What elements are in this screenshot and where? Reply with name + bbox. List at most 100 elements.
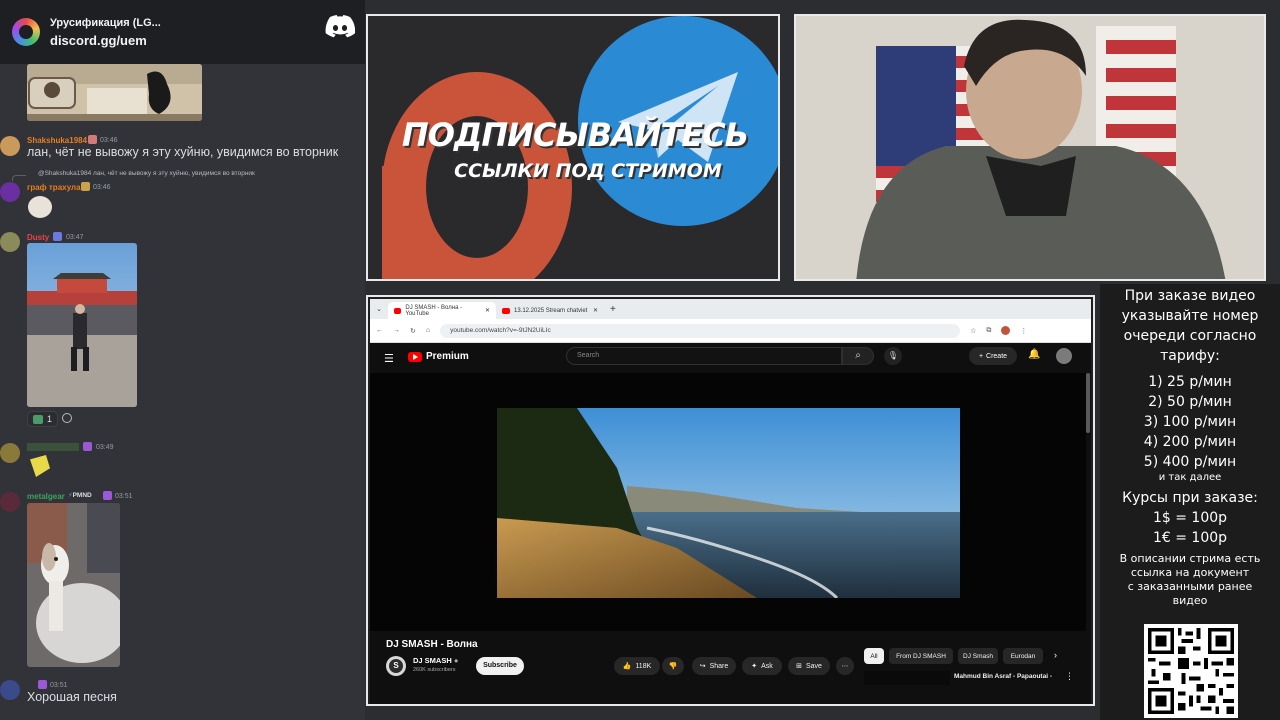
- browser-tab-youtube[interactable]: DJ SMASH - Волна - YouTube ✕: [388, 302, 496, 319]
- server-invite-link[interactable]: discord.gg/uem: [50, 33, 161, 49]
- share-label: Share: [709, 662, 729, 670]
- hamburger-menu-icon[interactable]: ☰: [384, 352, 394, 365]
- search-icon[interactable]: ⌕: [842, 347, 874, 365]
- user-avatar[interactable]: [0, 182, 20, 202]
- message-author[interactable]: граф трахула: [27, 183, 81, 192]
- subscribe-banner: ПОДПИСЫВАЙТЕСЬ ССЫЛКИ ПОД СТРИМОМ: [366, 14, 780, 281]
- scrollbar[interactable]: [1086, 373, 1090, 433]
- save-button[interactable]: ⊞ Save: [788, 657, 830, 675]
- role-badge-icon: [103, 491, 112, 500]
- tab-label: 13.12.2025 Stream chatviet: [514, 307, 588, 314]
- message-image-meme[interactable]: [27, 64, 202, 121]
- description-line: видео: [1172, 594, 1208, 607]
- rates-title: Курсы при заказе:: [1122, 490, 1258, 506]
- ask-button[interactable]: ✦ Ask: [742, 657, 782, 675]
- youtube-favicon-icon: [502, 307, 510, 314]
- user-avatar[interactable]: [0, 136, 20, 156]
- channel-name[interactable]: DJ SMASH ●: [413, 656, 458, 665]
- subscribe-button[interactable]: Subscribe: [476, 657, 524, 675]
- channel-name-text: DJ SMASH: [413, 656, 452, 665]
- tab-label: DJ SMASH - Волна - YouTube: [405, 304, 463, 317]
- video-frame-image: [497, 408, 960, 598]
- dislike-button[interactable]: 👎: [662, 657, 684, 675]
- description-line: с заказанными ранее: [1127, 580, 1253, 593]
- like-button[interactable]: 👍 118K: [614, 657, 660, 675]
- extensions-icon[interactable]: ⧉: [986, 327, 991, 335]
- chips-next-icon[interactable]: ›: [1054, 650, 1057, 660]
- message-time: 03:46: [100, 137, 118, 144]
- message-author[interactable]: [27, 443, 79, 451]
- boosty-logo-stem: [382, 166, 426, 279]
- recommended-video-title[interactable]: Mahmud Bin Asraf - Papaoutai -: [954, 673, 1052, 680]
- account-avatar[interactable]: [1056, 348, 1072, 364]
- tariff-line: 1) 25 р/мин: [1148, 374, 1232, 390]
- channel-avatar-letter: S: [389, 659, 403, 673]
- more-icon: ⋯: [841, 663, 849, 670]
- webcam-feed: [794, 14, 1266, 281]
- menu-icon[interactable]: ⋮: [1020, 327, 1027, 335]
- more-actions-button[interactable]: ⋯: [836, 657, 854, 675]
- sticker-image[interactable]: [28, 196, 52, 218]
- thumbs-up-icon: 👍: [622, 663, 632, 670]
- info-intro-line: указывайте номер: [1121, 308, 1259, 324]
- tab-close-icon[interactable]: ✕: [593, 307, 598, 314]
- reload-icon[interactable]: ↻: [410, 327, 416, 335]
- user-avatar[interactable]: [0, 443, 20, 463]
- chip-from-channel[interactable]: From DJ SMASH: [889, 648, 953, 664]
- tariff-line: 2) 50 р/мин: [1148, 394, 1232, 410]
- youtube-play-icon: [408, 351, 422, 362]
- thumbs-down-icon: 👎: [668, 663, 678, 670]
- chip-eurodance[interactable]: Eurodan: [1003, 648, 1043, 664]
- youtube-favicon-icon: [394, 307, 402, 314]
- search-input[interactable]: Search: [566, 347, 842, 365]
- forward-icon[interactable]: →: [393, 327, 400, 334]
- discord-server-header[interactable]: Урусификация (LG... discord.gg/uem: [0, 0, 365, 64]
- microphone-icon[interactable]: 🎙: [884, 347, 902, 365]
- reply-preview[interactable]: @Shakshuka1984 лан, чёт не вывожу я эту …: [38, 170, 255, 177]
- profile-icon[interactable]: [1001, 326, 1011, 335]
- role-badge-icon: [88, 135, 97, 144]
- role-badge-icon: [53, 232, 62, 241]
- message-image-photo[interactable]: [27, 243, 137, 407]
- share-button[interactable]: ↪ Share: [692, 657, 736, 675]
- message-time: 03:46: [93, 184, 111, 191]
- tariff-line: 3) 100 р/мин: [1143, 414, 1237, 430]
- chip-all[interactable]: All: [864, 648, 884, 664]
- address-bar[interactable]: youtube.com/watch?v=-9tJN2UiLIc: [440, 323, 961, 338]
- sticker-image[interactable]: [30, 455, 50, 477]
- message-time: 03:51: [115, 493, 133, 500]
- tab-close-icon[interactable]: ✕: [485, 307, 490, 314]
- message-time: 03:49: [96, 444, 114, 451]
- tab-search-icon[interactable]: ⌄: [370, 305, 388, 313]
- banner-subtitle: ССЫЛКИ ПОД СТРИМОМ: [454, 160, 722, 182]
- video-player[interactable]: [370, 373, 1086, 631]
- add-reaction-icon[interactable]: [62, 413, 72, 423]
- channel-avatar[interactable]: S: [386, 656, 406, 676]
- user-avatar[interactable]: [0, 492, 20, 512]
- back-icon[interactable]: ←: [376, 327, 383, 334]
- user-avatar[interactable]: [0, 680, 20, 700]
- create-button[interactable]: + Create: [969, 347, 1017, 365]
- notifications-bell-icon[interactable]: 🔔: [1028, 349, 1040, 360]
- bookmark-star-icon[interactable]: ☆: [970, 327, 976, 335]
- tariff-line: 4) 200 р/мин: [1143, 434, 1237, 450]
- message-author[interactable]: metalgear: [27, 492, 65, 501]
- message-image-dog[interactable]: [27, 503, 120, 667]
- recommended-more-icon[interactable]: ⋮: [1065, 671, 1074, 682]
- youtube-logo[interactable]: Premium: [408, 351, 469, 362]
- info-intro-line: очереди согласно: [1123, 328, 1257, 344]
- video-frame[interactable]: [497, 408, 960, 598]
- description-line: ссылка на документ: [1130, 566, 1250, 579]
- user-avatar[interactable]: [0, 232, 20, 252]
- chip-dj-smash[interactable]: DJ Smash: [958, 648, 998, 664]
- reaction-button[interactable]: 1: [27, 411, 59, 427]
- new-tab-icon[interactable]: +: [610, 304, 616, 315]
- like-count: 118K: [635, 662, 652, 670]
- message-author[interactable]: Dusty: [27, 233, 49, 242]
- message-author[interactable]: Shakshuka1984: [27, 136, 87, 145]
- home-icon[interactable]: ⌂: [426, 327, 430, 334]
- discord-chat-panel: Урусификация (LG... discord.gg/uem Shaks…: [0, 0, 365, 720]
- banner-title: ПОДПИСЫВАЙТЕСЬ: [401, 116, 749, 154]
- recommended-video-thumbnail[interactable]: [864, 671, 950, 685]
- browser-tab-stream[interactable]: 13.12.2025 Stream chatviet ✕: [496, 302, 604, 319]
